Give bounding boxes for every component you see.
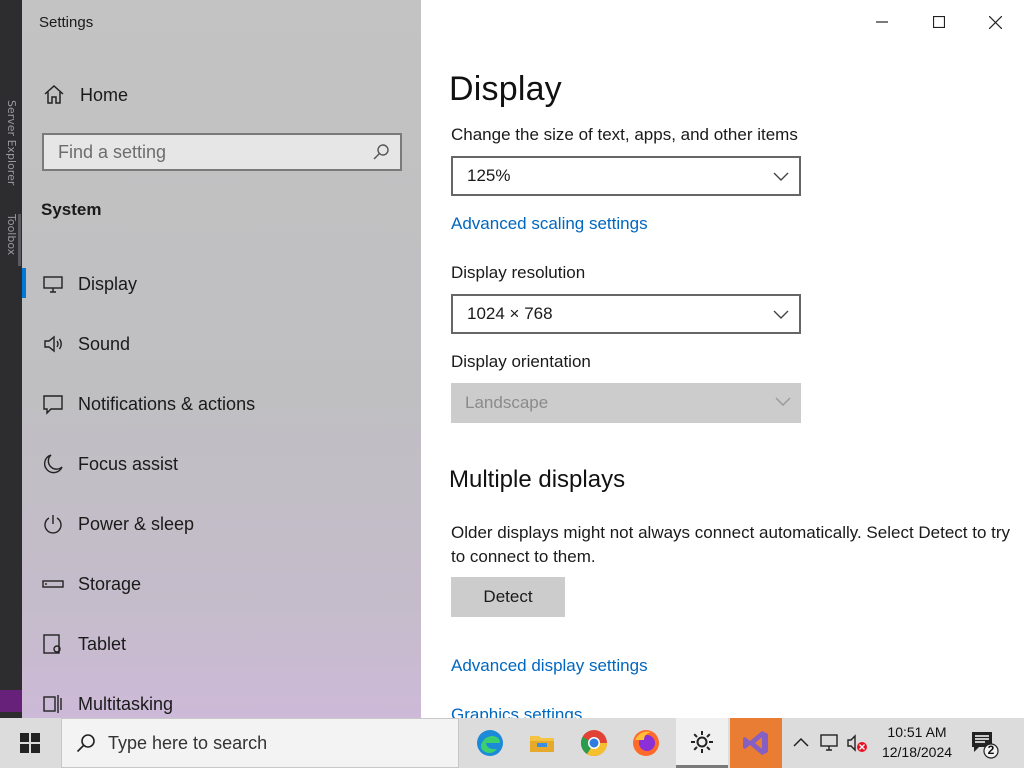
selected-indicator xyxy=(22,268,26,298)
nav-item-power-sleep[interactable]: Power & sleep xyxy=(42,510,194,538)
settings-window: Settings Home Find a setting System Disp… xyxy=(22,0,1024,718)
scale-label: Change the size of text, apps, and other… xyxy=(451,125,798,144)
nav-home-label: Home xyxy=(80,84,129,105)
taskbar-visual-studio[interactable] xyxy=(730,718,782,768)
navigation-pane: Settings Home Find a setting System Disp… xyxy=(22,0,421,718)
orientation-label: Display orientation xyxy=(451,352,591,371)
graphics-settings-link[interactable]: Graphics settings xyxy=(451,705,582,718)
action-center-button[interactable]: 2 xyxy=(968,728,1000,760)
taskbar-edge[interactable] xyxy=(464,718,516,768)
server-explorer-tab[interactable]: Server Explorer xyxy=(5,100,18,185)
chevron-down-icon xyxy=(773,310,789,319)
volume-muted-icon[interactable] xyxy=(846,732,868,754)
monitor-icon xyxy=(43,276,63,293)
orientation-dropdown[interactable]: Landscape xyxy=(451,383,801,423)
multiple-displays-heading: Multiple displays xyxy=(449,466,626,493)
chevron-up-icon[interactable] xyxy=(790,732,812,754)
storage-icon xyxy=(42,580,64,588)
section-heading: System xyxy=(41,200,102,219)
close-icon xyxy=(989,15,1002,29)
moon-icon xyxy=(43,454,63,474)
nav-item-tablet[interactable]: Tablet xyxy=(42,630,126,658)
nav-item-label: Storage xyxy=(78,573,142,594)
nav-item-label: Tablet xyxy=(78,633,127,654)
toolbox-tab-indicator xyxy=(18,214,21,266)
nav-item-notifications[interactable]: Notifications & actions xyxy=(42,390,255,418)
visual-studio-status-icon xyxy=(0,690,22,712)
window-title: Settings xyxy=(39,14,94,31)
taskbar-search-placeholder: Type here to search xyxy=(108,732,268,753)
nav-item-label: Sound xyxy=(78,333,131,354)
visual-studio-icon xyxy=(743,731,768,755)
nav-item-storage[interactable]: Storage xyxy=(42,570,141,598)
advanced-scaling-link[interactable]: Advanced scaling settings xyxy=(451,214,648,234)
firefox-icon xyxy=(633,730,659,756)
system-clock[interactable]: 10:51 AM 12/18/2024 xyxy=(874,722,960,762)
advanced-display-link[interactable]: Advanced display settings xyxy=(451,656,648,676)
nav-item-label: Display xyxy=(78,273,138,294)
folder-icon xyxy=(530,736,554,752)
detect-button[interactable]: Detect xyxy=(451,577,565,617)
clock-time: 10:51 AM xyxy=(887,724,947,740)
edge-icon xyxy=(477,730,503,756)
chevron-down-icon xyxy=(773,172,789,181)
minimize-icon xyxy=(875,21,888,23)
resolution-label: Display resolution xyxy=(451,263,586,282)
scale-value: 125% xyxy=(467,166,511,185)
taskbar: Type here to search 10:51 AM 12/18/2024 … xyxy=(0,718,1024,768)
taskbar-settings[interactable] xyxy=(676,718,728,768)
maximize-button[interactable] xyxy=(910,0,967,44)
nav-item-label: Power & sleep xyxy=(78,513,195,534)
home-icon xyxy=(44,84,64,104)
notification-badge: 2 xyxy=(987,743,995,757)
tablet-icon xyxy=(43,634,61,654)
taskbar-file-explorer[interactable] xyxy=(516,718,568,768)
page-title: Display xyxy=(449,70,562,108)
minimize-button[interactable] xyxy=(853,0,910,44)
start-button[interactable] xyxy=(0,718,60,768)
network-icon[interactable] xyxy=(818,732,840,754)
nav-item-sound[interactable]: Sound xyxy=(42,330,130,358)
find-setting-input[interactable]: Find a setting xyxy=(42,133,402,171)
power-icon xyxy=(44,515,62,534)
orientation-value: Landscape xyxy=(465,393,549,412)
speaker-icon xyxy=(44,335,62,353)
chevron-down-icon xyxy=(775,397,791,406)
gear-icon xyxy=(691,730,713,753)
nav-item-display[interactable]: Display xyxy=(42,270,137,298)
nav-item-label: Multitasking xyxy=(78,693,174,714)
windows-logo-icon xyxy=(20,733,40,753)
nav-item-focus-assist[interactable]: Focus assist xyxy=(42,450,178,478)
taskbar-chrome[interactable] xyxy=(568,718,620,768)
maximize-icon xyxy=(932,16,945,28)
search-icon[interactable] xyxy=(372,143,390,161)
toolbox-tab[interactable]: Toolbox xyxy=(5,214,18,255)
taskbar-firefox[interactable] xyxy=(620,718,672,768)
nav-item-multitasking[interactable]: Multitasking xyxy=(42,690,173,718)
caption-buttons xyxy=(853,0,1024,44)
clock-date: 12/18/2024 xyxy=(881,744,953,760)
multitasking-icon xyxy=(43,695,62,713)
notification-icon xyxy=(43,395,63,415)
content-pane: Display Change the size of text, apps, a… xyxy=(421,0,1024,718)
search-placeholder: Find a setting xyxy=(58,141,167,162)
resolution-value: 1024 × 768 xyxy=(467,304,553,323)
background-app-strip: Server Explorer Toolbox xyxy=(0,0,22,718)
scale-dropdown[interactable]: 125% xyxy=(451,156,801,196)
nav-item-label: Focus assist xyxy=(78,453,179,474)
nav-item-label: Notifications & actions xyxy=(78,393,256,414)
multiple-displays-description: Older displays might not always connect … xyxy=(451,523,1011,566)
nav-home[interactable]: Home xyxy=(42,82,128,108)
taskbar-search-box[interactable]: Type here to search xyxy=(61,718,459,768)
chrome-icon xyxy=(581,730,608,757)
resolution-dropdown[interactable]: 1024 × 768 xyxy=(451,294,801,334)
close-button[interactable] xyxy=(967,0,1024,44)
search-icon xyxy=(76,734,95,753)
